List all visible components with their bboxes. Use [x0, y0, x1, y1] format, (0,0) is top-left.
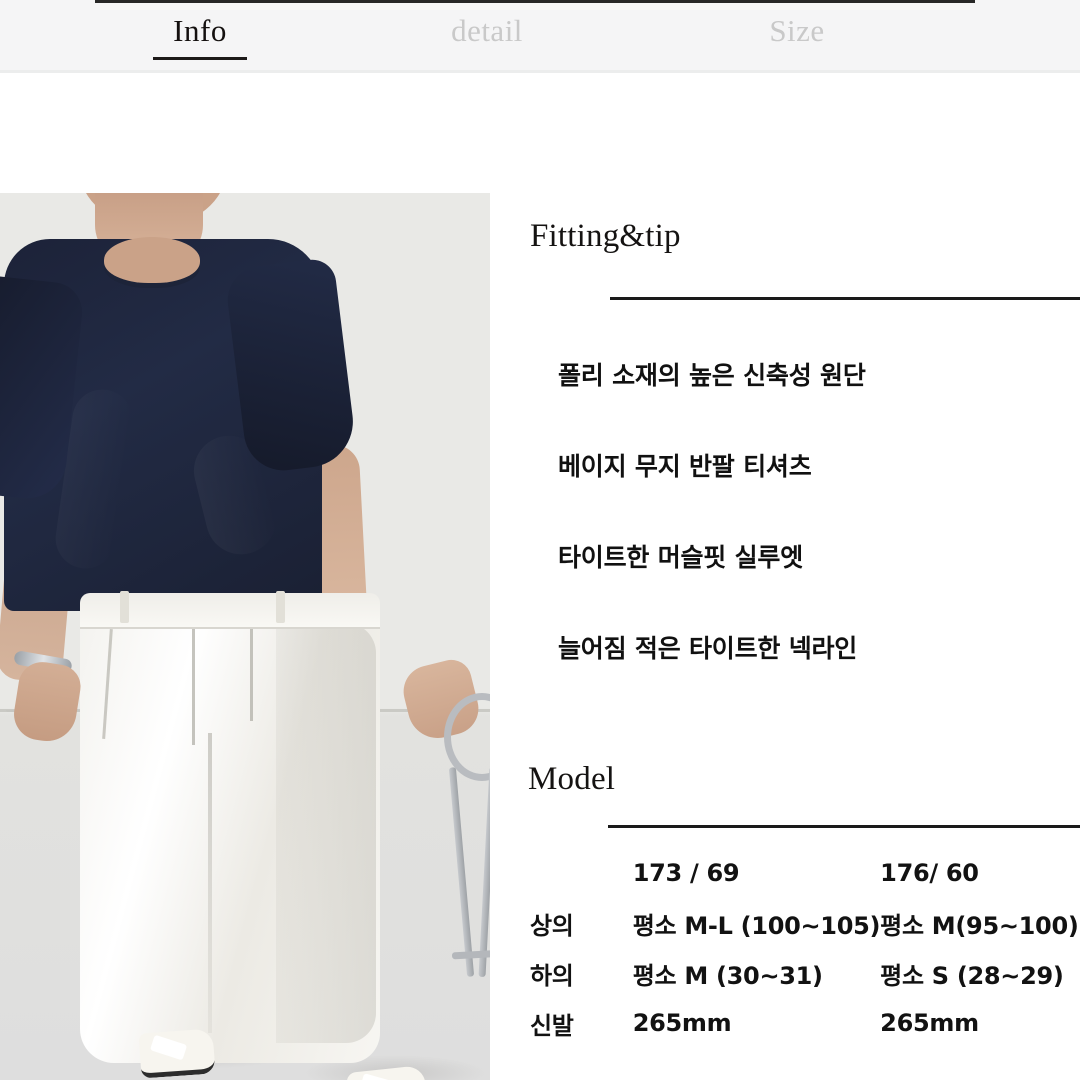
tab-detail[interactable]: detail — [352, 15, 622, 56]
row-value-a: 평소 M (30~31) — [632, 961, 823, 990]
table-row: 신발 265mm 265mm — [530, 998, 1080, 1048]
row-value-b: 265mm — [880, 1009, 979, 1037]
model-col-b-header: 176/ 60 — [880, 859, 979, 887]
row-value-a: 평소 M-L (100~105) — [632, 911, 881, 940]
row-value-b: 평소 S (28~29) — [880, 961, 1064, 990]
table-header-row: 173 / 69 176/ 60 — [530, 848, 1080, 898]
fitting-tip-line: 타이트한 머슬핏 실루엣 — [558, 543, 804, 572]
row-label: 신발 — [530, 1011, 574, 1040]
fitting-tip-divider — [610, 297, 1080, 300]
fitting-tip-list: 폴리 소재의 높은 신축성 원단 베이지 무지 반팔 티셔츠 타이트한 머슬핏 … — [558, 363, 1078, 661]
fitting-tip-line: 베이지 무지 반팔 티셔츠 — [558, 452, 812, 481]
model-col-a-header: 173 / 69 — [632, 859, 740, 887]
tab-info[interactable]: Info — [70, 12, 330, 60]
table-row: 하의 평소 M (30~31) 평소 S (28~29) — [530, 948, 1080, 998]
tab-detail-label: detail — [451, 12, 523, 48]
row-value-b: 평소 M(95~100) — [880, 911, 1079, 940]
model-table-body: 상의 평소 M-L (100~105) 평소 M(95~100) 하의 평소 M… — [530, 898, 1080, 1048]
table-row: 상의 평소 M-L (100~105) 평소 M(95~100) — [530, 898, 1080, 948]
model-spec-table: 173 / 69 176/ 60 상의 평소 M-L (100~105) 평소 … — [530, 848, 1080, 1048]
model-col-label-header — [530, 848, 633, 898]
tab-size[interactable]: Size — [672, 15, 922, 56]
trousers-pleat-1 — [192, 625, 195, 745]
sandal-right — [345, 1065, 429, 1080]
chair-leg-right — [478, 766, 490, 978]
trousers-center-crease — [208, 733, 212, 1033]
model-photo-scene — [0, 193, 490, 1080]
trousers-shadow — [276, 623, 376, 1043]
product-details-panel: Fitting&tip 폴리 소재의 높은 신축성 원단 베이지 무지 반팔 티… — [490, 73, 1080, 1080]
chair-leg-left — [448, 767, 475, 977]
tshirt-neckline — [104, 237, 200, 283]
belt-loop-right — [276, 591, 285, 623]
tab-size-label: Size — [769, 12, 825, 48]
tab-info-label: Info — [173, 12, 227, 48]
product-info-content: Fitting&tip 폴리 소재의 높은 신축성 원단 베이지 무지 반팔 티… — [0, 73, 1080, 1080]
trousers-pleat-2 — [250, 625, 253, 721]
belt-loop-left — [120, 591, 129, 623]
row-value-a: 265mm — [632, 1009, 732, 1037]
chrome-chair — [430, 693, 490, 1001]
model-table-head: 173 / 69 176/ 60 — [530, 848, 1080, 898]
tab-active-underline — [153, 56, 247, 60]
row-label: 하의 — [530, 961, 574, 990]
tab-list: Info detail Size — [0, 0, 1080, 70]
sandal-left — [138, 1028, 216, 1079]
row-label: 상의 — [530, 911, 574, 940]
fitting-tip-line: 늘어짐 적은 타이트한 넥라인 — [558, 634, 858, 663]
fitting-tip-line: 폴리 소재의 높은 신축성 원단 — [558, 361, 866, 390]
model-heading: Model — [528, 761, 616, 797]
model-photo — [0, 193, 490, 1080]
model-divider — [608, 825, 1080, 828]
fitting-tip-heading: Fitting&tip — [530, 218, 681, 254]
tab-bar: Info detail Size — [0, 0, 1080, 73]
